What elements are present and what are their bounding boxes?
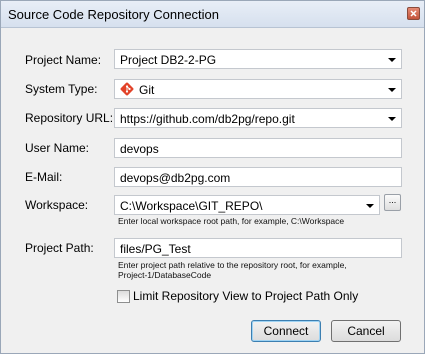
project-name-label: Project Name: xyxy=(25,53,102,67)
workspace-combo[interactable]: C:\Workspace\GIT_REPO\ xyxy=(114,195,380,215)
repository-url-combo[interactable]: https://github.com/db2pg/repo.git xyxy=(114,108,402,128)
project-path-hint-line2: Project-1/DatabaseCode xyxy=(118,270,212,280)
user-name-label: User Name: xyxy=(25,141,90,155)
chevron-down-icon[interactable] xyxy=(366,204,374,208)
repository-connection-dialog: Source Code Repository Connection Projec… xyxy=(0,0,425,354)
limit-view-checkbox[interactable] xyxy=(117,290,130,303)
browse-button[interactable]: ... xyxy=(384,194,401,211)
chevron-down-icon[interactable] xyxy=(388,88,396,92)
limit-view-label[interactable]: Limit Repository View to Project Path On… xyxy=(133,289,358,303)
repository-url-value: https://github.com/db2pg/repo.git xyxy=(120,112,295,126)
workspace-hint: Enter local workspace root path, for exa… xyxy=(118,216,345,226)
project-path-field[interactable]: files/PG_Test xyxy=(114,238,402,258)
project-path-hint-line1: Enter project path relative to the repos… xyxy=(118,260,347,270)
chevron-down-icon[interactable] xyxy=(388,117,396,121)
email-label: E-Mail: xyxy=(25,170,63,184)
project-path-label: Project Path: xyxy=(25,241,94,255)
dialog-titlebar[interactable]: Source Code Repository Connection xyxy=(1,1,424,28)
system-type-combo[interactable]: Git xyxy=(114,79,402,99)
system-type-value: Git xyxy=(139,83,155,97)
email-value: devops@db2pg.com xyxy=(120,171,231,185)
project-name-combo[interactable]: Project DB2-2-PG xyxy=(114,49,402,69)
dialog-title: Source Code Repository Connection xyxy=(8,7,220,22)
user-name-value: devops xyxy=(120,142,159,156)
system-type-label: System Type: xyxy=(25,82,98,96)
email-field[interactable]: devops@db2pg.com xyxy=(114,167,402,187)
project-name-value: Project DB2-2-PG xyxy=(120,53,217,67)
user-name-field[interactable]: devops xyxy=(114,138,402,158)
git-icon xyxy=(120,82,134,96)
project-path-value: files/PG_Test xyxy=(120,242,191,256)
connect-button[interactable]: Connect xyxy=(251,320,321,342)
close-button[interactable] xyxy=(407,7,420,20)
workspace-label: Workspace: xyxy=(25,198,89,212)
cancel-button[interactable]: Cancel xyxy=(331,320,401,342)
close-icon xyxy=(410,10,417,17)
repository-url-label: Repository URL: xyxy=(25,111,114,125)
workspace-value: C:\Workspace\GIT_REPO\ xyxy=(120,199,263,213)
chevron-down-icon[interactable] xyxy=(388,58,396,62)
